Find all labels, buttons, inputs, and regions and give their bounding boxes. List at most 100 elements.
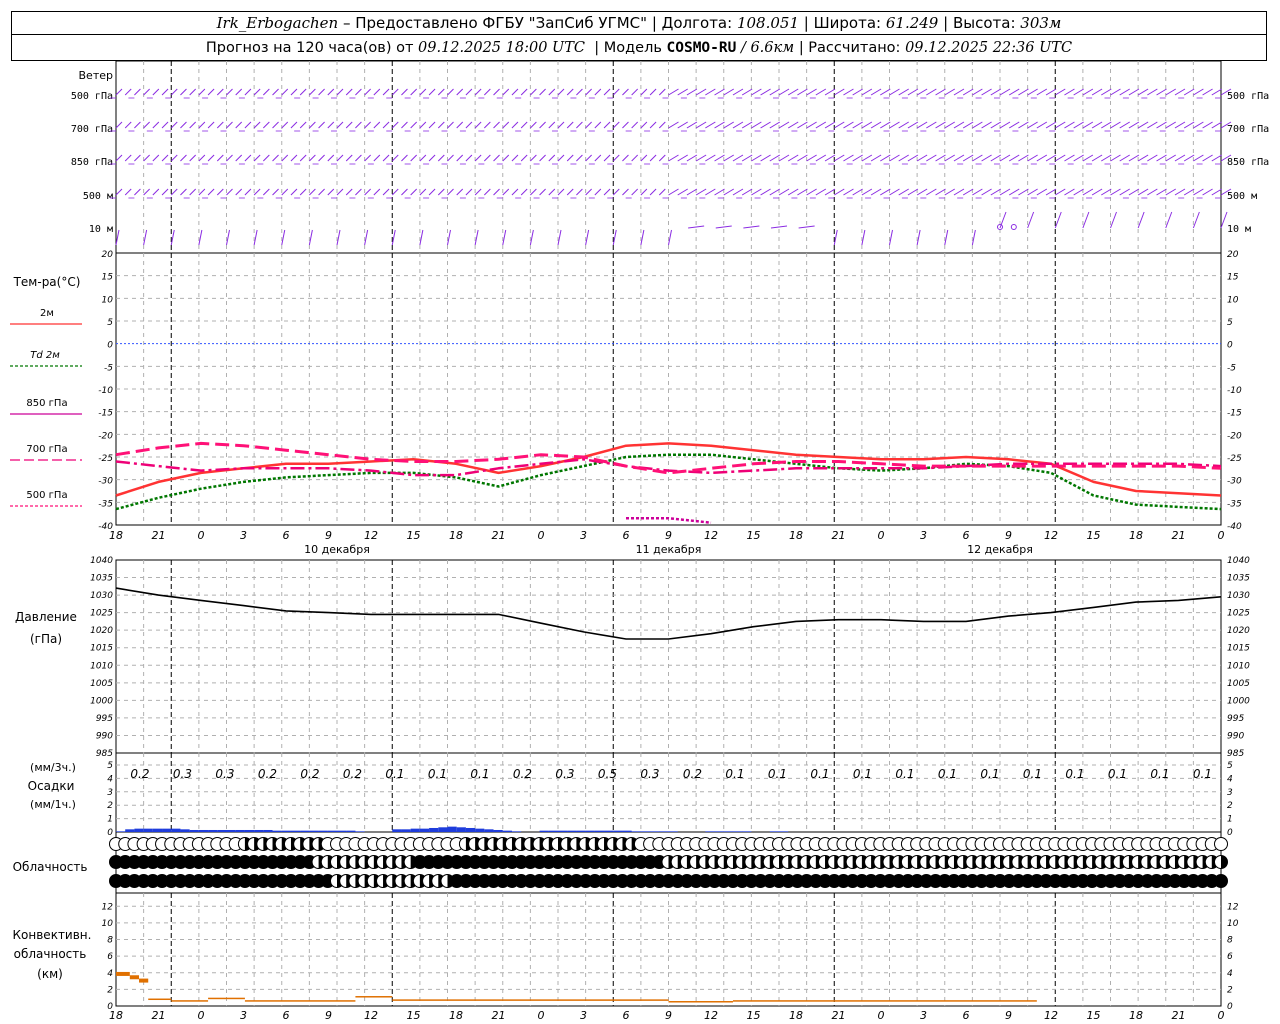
wind-barb (299, 188, 307, 196)
wind-barb (401, 88, 408, 96)
wind-barb (235, 121, 243, 129)
wind-barb (778, 154, 790, 162)
wind-barb (410, 88, 418, 96)
precip-title: Осадки (28, 779, 75, 793)
wind-barb (640, 188, 648, 196)
wind-barb (999, 188, 1011, 196)
conv-tick-label-right: 8 (1227, 936, 1233, 946)
wind-barb (751, 188, 762, 196)
precip-bar (419, 828, 430, 832)
pressure-tick-label: 985 (96, 749, 113, 759)
wind-barb (797, 88, 808, 96)
wind-level-label: 500 м (83, 191, 113, 202)
wind-barb (990, 154, 1002, 162)
time-tick-label-bottom: 15 (407, 1009, 421, 1022)
wind-barb (327, 188, 335, 196)
precip-3h-value: 0.1 (1108, 767, 1127, 781)
wind-barb (566, 88, 574, 96)
wind-barb (916, 88, 928, 96)
wind-barb (1128, 188, 1140, 196)
wind-barb (944, 88, 956, 96)
wind-barb (382, 121, 390, 129)
wind-barb (391, 88, 399, 96)
wind-barb (290, 188, 298, 196)
precip-tick-label: 0 (107, 828, 113, 838)
wind-barb (668, 154, 679, 162)
pressure-tick-label-right: 1025 (1227, 609, 1250, 619)
conv-tick-label: 4 (107, 969, 113, 979)
wind-barb (714, 121, 725, 129)
wind-barb (935, 88, 946, 96)
wind-barb (658, 188, 666, 196)
wind-barb (437, 188, 445, 196)
wind-barb (981, 121, 992, 129)
day-label: 11 декабря (636, 543, 702, 556)
wind-barb (1054, 188, 1066, 196)
conv-tick-label: 10 (102, 919, 114, 929)
wind-barb (769, 154, 781, 162)
wind-barb (1082, 154, 1094, 162)
wind-barb (262, 154, 270, 162)
wind-barb (1119, 121, 1130, 129)
wind-barb (235, 154, 243, 162)
wind-barb (612, 88, 620, 96)
wind-barb (760, 154, 771, 162)
precip-bar (300, 830, 310, 832)
wind-barb (511, 154, 519, 162)
wind-barb (1101, 121, 1112, 129)
temp-tick-label: 10 (102, 295, 114, 305)
wind-barb (916, 188, 928, 196)
temp-tick-label: -35 (98, 499, 113, 509)
wind-barb (299, 121, 307, 129)
wind-barb (355, 88, 362, 96)
wind-barb (566, 121, 574, 129)
precip-3h-value: 0.3 (173, 767, 192, 781)
wind-barb (870, 121, 882, 129)
wind-barb (373, 154, 381, 162)
wind-barb (428, 188, 436, 196)
wind-barb (889, 154, 900, 162)
wind-barb (880, 188, 891, 196)
wind-barb (870, 188, 882, 196)
wind-barb (428, 88, 436, 96)
precip-tick-label-right: 3 (1227, 788, 1233, 798)
precip-bar (429, 827, 439, 832)
wind-barb (714, 88, 725, 96)
wind-barb (548, 121, 556, 129)
wind-barb (1110, 121, 1121, 129)
wind-barb (1018, 154, 1029, 162)
precip-bar (235, 829, 245, 832)
precip-bar (484, 829, 494, 832)
wind-barb (631, 188, 639, 196)
wind-barb (1165, 121, 1177, 129)
time-tick-label-bottom: 0 (198, 1009, 205, 1022)
wind-barb (382, 154, 390, 162)
pressure-tick-label: 990 (96, 731, 113, 741)
time-tick-label: 18 (789, 529, 803, 542)
wind-barb (410, 121, 418, 129)
wind-barb (916, 154, 928, 162)
time-tick-label-bottom: 9 (665, 1009, 672, 1022)
pressure-tick-label-right: 1000 (1227, 696, 1250, 706)
time-tick-label-bottom: 0 (538, 1009, 545, 1022)
precip-tick-label: 5 (107, 761, 113, 771)
wind-barb (695, 88, 707, 96)
wind-barb (833, 121, 845, 129)
wind-barb (235, 88, 243, 96)
precip-3h-value: 0.5 (598, 767, 617, 781)
pressure-tick-label-right: 1030 (1227, 591, 1250, 601)
precip-bar (125, 829, 135, 832)
wind-barb (447, 121, 454, 129)
wind-barb (723, 88, 735, 96)
wind-barb (1119, 88, 1130, 96)
wind-barb (419, 188, 427, 196)
wind-barb (447, 188, 454, 196)
wind-barb (732, 121, 744, 129)
wind-barb (1183, 121, 1195, 129)
wind-level-label: 10 м (89, 224, 113, 235)
wind-barb (262, 88, 270, 96)
wind-barb (1202, 88, 1213, 96)
temp-tick-label: -10 (98, 386, 113, 396)
wind-barb (824, 121, 836, 129)
wind-barb (262, 188, 270, 196)
